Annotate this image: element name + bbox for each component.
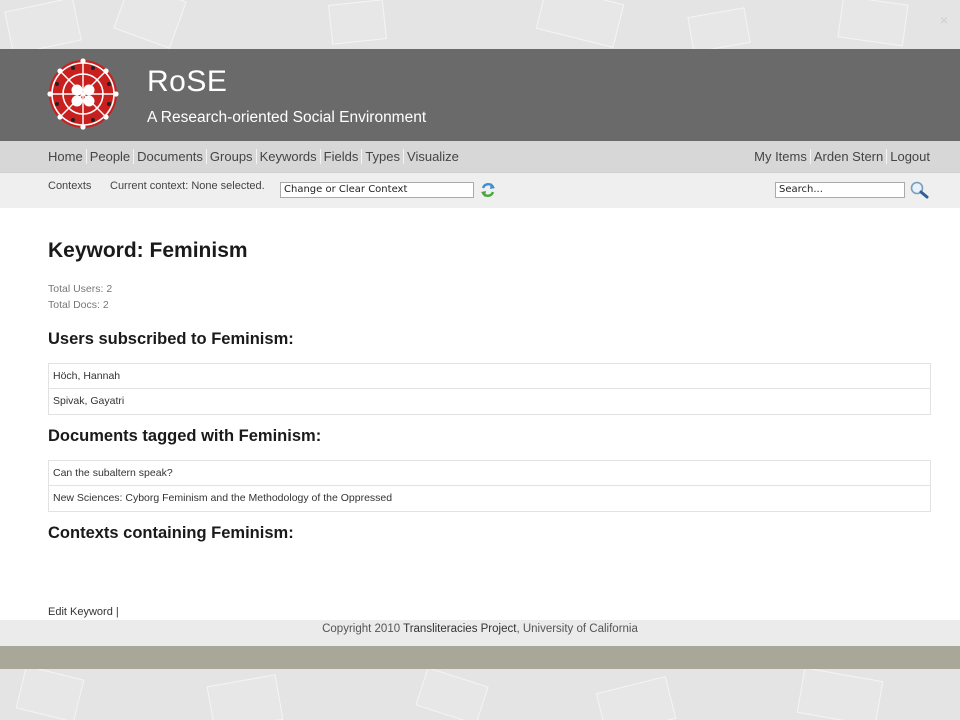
footer: Copyright 2010 Transliteracies Project, … [0,620,960,646]
docs-heading: Documents tagged with Feminism: [48,427,322,445]
contexts-link[interactable]: Contexts [48,180,91,192]
nav-types[interactable]: Types [362,149,405,164]
total-docs: Total Docs: 2 [48,299,109,311]
footer-project-link[interactable]: Transliteracies Project [403,623,516,635]
site-subtitle: A Research-oriented Social Environment [147,109,427,126]
users-heading: Users subscribed to Feminism: [48,330,294,348]
search-input[interactable]: Search... [775,182,905,198]
search-icon[interactable] [909,181,929,199]
users-list: Höch, Hannah Spivak, Gayatri [48,363,931,415]
list-item[interactable]: Can the subaltern speak? [49,461,930,486]
close-icon[interactable]: × [940,12,948,28]
edit-separator: | [115,606,119,618]
nav-home[interactable]: Home [48,149,87,164]
rose-page: RoSE A Research-oriented Social Environm… [0,49,960,669]
current-context-text: Current context: None selected. [110,180,265,192]
context-bar: Contexts Current context: None selected.… [0,173,960,208]
nav-visualize[interactable]: Visualize [404,149,459,164]
contexts-heading: Contexts containing Feminism: [48,524,294,542]
edit-keyword-link[interactable]: Edit Keyword [48,606,113,618]
nav-user-name[interactable]: Arden Stern [811,149,888,164]
nav-logout[interactable]: Logout [887,149,930,164]
site-title[interactable]: RoSE [147,65,227,99]
olive-bar [0,646,960,669]
docs-list: Can the subaltern speak? New Sciences: C… [48,460,931,512]
total-users: Total Users: 2 [48,283,113,295]
footer-university: , University of California [516,623,638,635]
context-input[interactable]: Change or Clear Context [280,182,474,198]
page-title: Keyword: Feminism [48,239,248,262]
main-nav: Home People Documents Groups Keywords Fi… [0,141,960,173]
nav-people[interactable]: People [87,149,135,164]
list-item[interactable]: New Sciences: Cyborg Feminism and the Me… [49,486,930,511]
nav-my-items[interactable]: My Items [754,149,811,164]
list-item[interactable]: Höch, Hannah [49,364,930,389]
nav-fields[interactable]: Fields [321,149,363,164]
refresh-icon[interactable] [480,181,496,199]
nav-keywords[interactable]: Keywords [257,149,321,164]
rose-logo-icon[interactable] [46,57,120,131]
nav-documents[interactable]: Documents [134,149,207,164]
list-item[interactable]: Spivak, Gayatri [49,389,930,414]
footer-copyright: Copyright 2010 [322,623,404,635]
main-content: Keyword: Feminism Total Users: 2 Total D… [0,208,960,620]
nav-groups[interactable]: Groups [207,149,257,164]
site-header: RoSE A Research-oriented Social Environm… [0,49,960,141]
edit-keyword-row: Edit Keyword | [48,606,119,618]
